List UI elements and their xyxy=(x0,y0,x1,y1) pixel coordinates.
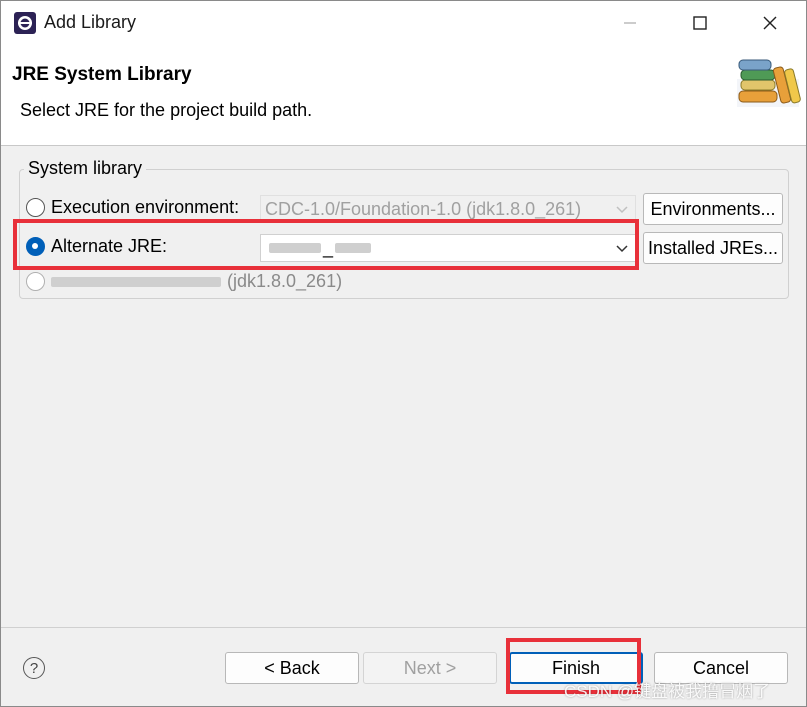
workspace-default-radio[interactable] xyxy=(26,272,45,291)
execution-environment-value: CDC-1.0/Foundation-1.0 (jdk1.8.0_261) xyxy=(265,198,582,219)
maximize-button[interactable] xyxy=(665,1,735,45)
execution-environment-label: Execution environment: xyxy=(51,197,240,217)
watermark: CSDN @键盘被我撸冒烟了 xyxy=(564,682,771,701)
chevron-down-icon xyxy=(616,206,628,214)
maximize-icon xyxy=(693,16,707,30)
workspace-default-label: (jdk1.8.0_261) xyxy=(227,271,343,291)
minimize-button[interactable] xyxy=(595,1,665,45)
redacted-text xyxy=(51,276,221,287)
execution-environment-combo[interactable]: CDC-1.0/Foundation-1.0 (jdk1.8.0_261) xyxy=(260,195,636,223)
installed-jres-button[interactable]: Installed JREs... xyxy=(643,232,783,264)
header-banner: JRE System Library Select JRE for the pr… xyxy=(1,45,806,146)
help-icon[interactable]: ? xyxy=(23,657,45,679)
close-button[interactable] xyxy=(735,1,805,45)
environments-button[interactable]: Environments... xyxy=(643,193,783,225)
footer-separator xyxy=(1,627,806,628)
redacted-text xyxy=(269,243,321,253)
library-books-icon xyxy=(737,59,801,107)
redacted-text xyxy=(335,243,372,253)
alternate-jre-value: _ xyxy=(323,237,334,258)
back-button[interactable]: < Back xyxy=(225,652,359,684)
workspace-default-option[interactable]: (jdk1.8.0_261) xyxy=(26,271,342,292)
title-bar: Add Library xyxy=(1,1,806,45)
system-library-group: System library Execution environment: CD… xyxy=(19,158,789,299)
chevron-down-icon xyxy=(616,245,628,253)
alternate-jre-option[interactable]: Alternate JRE: xyxy=(26,236,167,257)
execution-environment-radio[interactable] xyxy=(26,198,45,217)
execution-environment-option[interactable]: Execution environment: xyxy=(26,197,239,218)
eclipse-app-icon xyxy=(14,12,36,34)
alternate-jre-label: Alternate JRE: xyxy=(51,236,168,256)
banner-description: Select JRE for the project build path. xyxy=(20,100,313,120)
add-library-dialog: Add Library JRE System Library Select JR… xyxy=(0,0,807,707)
window-title: Add Library xyxy=(44,12,137,32)
group-legend: System library xyxy=(24,158,147,179)
minimize-icon xyxy=(624,22,636,24)
banner-title: JRE System Library xyxy=(12,64,192,85)
close-icon xyxy=(763,16,777,30)
alternate-jre-combo[interactable]: _ xyxy=(260,234,636,262)
content-area: System library Execution environment: CD… xyxy=(1,147,806,627)
alternate-jre-radio[interactable] xyxy=(26,237,45,256)
next-button[interactable]: Next > xyxy=(363,652,497,684)
